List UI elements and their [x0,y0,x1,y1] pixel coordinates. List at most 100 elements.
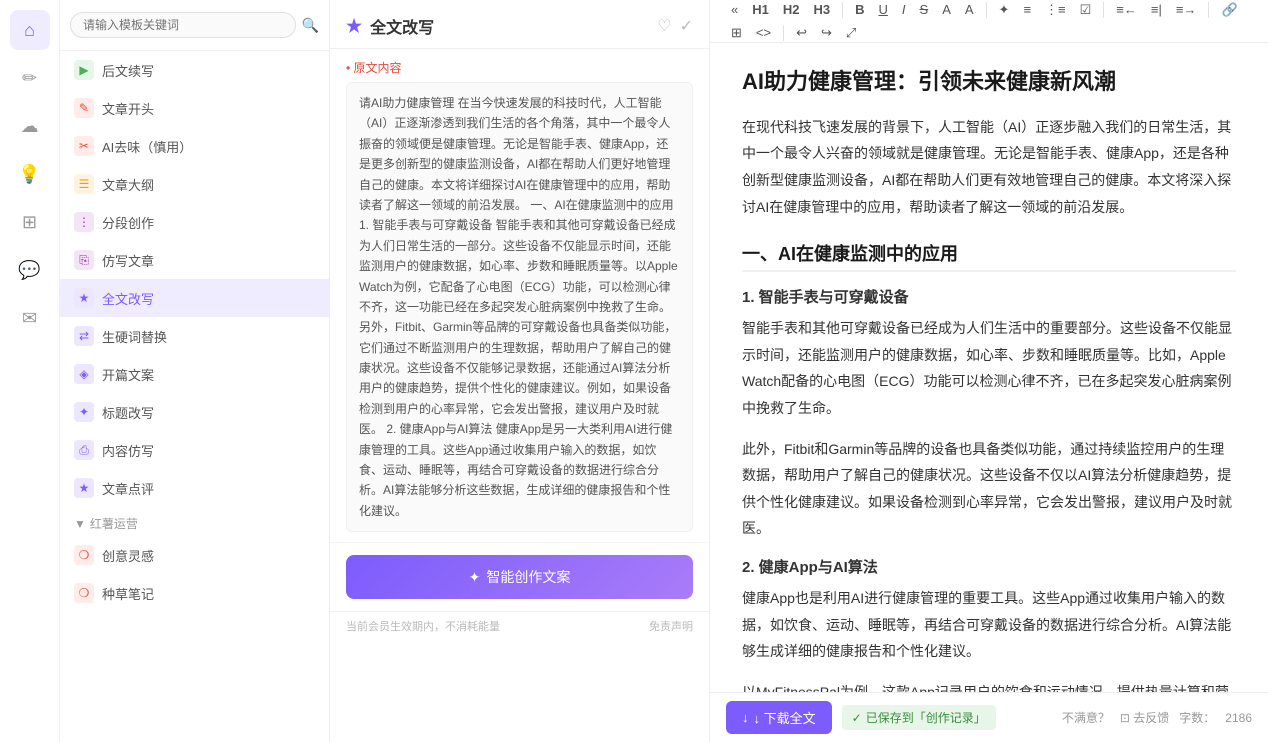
section-arrow-icon: ▼ [74,517,86,531]
nav-label-review: 文章点评 [102,479,154,498]
toolbar-sep1 [842,2,843,18]
toolbar-sep5 [783,25,784,41]
right-panel: « H1 H2 H3 B U I S A A· ✦ ≡ ⋮≡ ☑ ≡← ≡| ≡… [710,0,1268,742]
toolbar-h2[interactable]: H2 [778,0,805,19]
search-button[interactable]: 🔍 [302,17,319,34]
toolbar-font-color[interactable]: A [937,0,956,19]
nav-label-opening: 开篇文案 [102,365,154,384]
toolbar-format-left[interactable]: « [726,0,743,19]
favorite-button[interactable]: ♡ [657,16,671,36]
sidebar-chat-icon[interactable]: 💬 [10,250,50,290]
toolbar-sep4 [1208,2,1209,18]
toolbar-redo[interactable]: ↪ [816,23,837,42]
sidebar-home-icon[interactable]: ⌂ [10,10,50,50]
center-title-text: 全文改写 [370,14,434,38]
content-area[interactable]: AI助力健康管理：引领未来健康新风潮 在现代科技飞速发展的背景下，人工智能（AI… [710,43,1268,692]
sidebar-mail-icon[interactable]: ✉ [10,298,50,338]
nav-item-outline[interactable]: ☰ 文章大纲 [60,165,329,203]
toolbar-align-left[interactable]: ≡← [1111,0,1142,19]
nav-label-article-open: 文章开头 [102,99,154,118]
toolbar-strikethrough[interactable]: S [915,0,934,19]
toolbar-underline[interactable]: U [874,0,893,19]
nav-item-segment[interactable]: ⋮ 分段创作 [60,203,329,241]
generate-button[interactable]: ✦ 智能创作文案 [346,555,693,599]
nav-icon-ai-remove: ✂ [74,136,94,156]
check-circle-icon: ✓ [852,711,862,725]
nav-label-word-replace: 生硬词替换 [102,327,167,346]
toolbar-clear-format[interactable]: ✦ [994,0,1015,19]
nav-item-title-rewrite[interactable]: ✦ 标题改写 [60,393,329,431]
toolbar-italic[interactable]: I [897,0,911,19]
sidebar-cloud-icon[interactable]: ☁ [10,106,50,146]
nav-item-opening[interactable]: ◈ 开篇文案 [60,355,329,393]
nav-icon-imitate: ⎘ [74,250,94,270]
nav-icon-content-imitate: ⎙ [74,440,94,460]
nav-label-plant-note: 种草笔记 [102,584,154,603]
original-text[interactable]: 请AI助力健康管理 在当今快速发展的科技时代，人工智能（AI）正逐渐渗透到我们生… [346,82,693,532]
nav-item-imitate[interactable]: ⎘ 仿写文章 [60,241,329,279]
toolbar-link[interactable]: 🔗 [1216,0,1242,19]
nav-label-imitate: 仿写文章 [102,251,154,270]
section-title-hongshu[interactable]: ▼ 红薯运营 [60,507,329,536]
toolbar-ordered-list[interactable]: ⋮≡ [1040,0,1071,19]
center-footer: 当前会员生效期内，不消耗能量 免责声明 [330,611,709,640]
toolbar-bold[interactable]: B [850,0,869,19]
center-header-actions: ♡ ✓ [657,16,693,36]
toolbar-align-center[interactable]: ≡| [1146,0,1167,19]
nav-item-after-write[interactable]: ▶ 后文续写 [60,51,329,89]
toolbar-sep3 [1103,2,1104,18]
saved-text: 已保存到「创作记录」 [866,709,986,726]
article-sub1-title: 1. 智能手表与可穿戴设备 [742,286,1236,307]
toolbar-checklist[interactable]: ☑ [1075,0,1097,19]
toolbar-fullscreen[interactable]: ⤢ [841,23,861,42]
search-input[interactable] [70,12,296,38]
footer-right: 不满意？ ⊡ 去反馈 字数：2186 [1062,709,1252,726]
nav-item-word-replace[interactable]: ⇄ 生硬词替换 [60,317,329,355]
nav-icon-outline: ☰ [74,174,94,194]
nav-list: ▶ 后文续写 ✎ 文章开头 ✂ AI去味（慎用） ☰ 文章大纲 ⋮ 分段创作 ⎘… [60,51,329,742]
article-title: AI助力健康管理：引领未来健康新风潮 [742,67,1236,98]
toolbar-table[interactable]: ⊞ [726,23,747,42]
nav-item-ai-remove[interactable]: ✂ AI去味（慎用） [60,127,329,165]
toolbar-h3[interactable]: H3 [808,0,835,19]
feedback-button[interactable]: ⊡ 去反馈 [1120,709,1169,726]
saved-badge: ✓ 已保存到「创作记录」 [842,705,996,730]
nav-icon-opening: ◈ [74,364,94,384]
nav-icon-plant-note: ❍ [74,583,94,603]
toolbar-sep2 [986,2,987,18]
feedback-label: 不满意？ [1062,709,1110,726]
sidebar-grid-icon[interactable]: ⊞ [10,202,50,242]
nav-item-creative[interactable]: ❍ 创意灵感 [60,536,329,574]
nav-icon-segment: ⋮ [74,212,94,232]
sidebar: ⌂ ✏ ☁ 💡 ⊞ 💬 ✉ [0,0,60,742]
toolbar-code[interactable]: <> [751,23,776,42]
article-sub1-text2: 此外，Fitbit和Garmin等品牌的设备也具备类似功能，通过持续监控用户的生… [742,436,1236,542]
download-icon: ↓ [742,710,749,725]
toolbar: « H1 H2 H3 B U I S A A· ✦ ≡ ⋮≡ ☑ ≡← ≡| ≡… [710,0,1268,43]
right-footer: ↓ ↓ 下载全文 ✓ 已保存到「创作记录」 不满意？ ⊡ 去反馈 字数：2186 [710,692,1268,742]
download-button[interactable]: ↓ ↓ 下载全文 [726,701,832,734]
footer-energy-text: 当前会员生效期内，不消耗能量 [346,618,500,634]
nav-item-article-open[interactable]: ✎ 文章开头 [60,89,329,127]
nav-label-content-imitate: 内容仿写 [102,441,154,460]
toolbar-undo[interactable]: ↩ [791,23,812,42]
wand-icon: ✦ [469,569,481,586]
nav-item-plant-note[interactable]: ❍ 种草笔记 [60,574,329,612]
toolbar-align-right[interactable]: ≡→ [1171,0,1202,19]
nav-item-content-imitate[interactable]: ⎙ 内容仿写 [60,431,329,469]
nav-label-creative: 创意灵感 [102,546,154,565]
article-section1-title: 一、AI在健康监测中的应用 [742,240,1236,272]
nav-item-rewrite[interactable]: ★ 全文改写 [60,279,329,317]
center-title: ★ 全文改写 [346,14,434,38]
toolbar-highlight[interactable]: A· [960,0,979,19]
nav-icon-creative: ❍ [74,545,94,565]
generate-btn-label: 智能创作文案 [486,567,570,587]
sidebar-edit-icon[interactable]: ✏ [10,58,50,98]
toolbar-h1[interactable]: H1 [747,0,774,19]
nav-icon-after-write: ▶ [74,60,94,80]
word-count-label: 字数： [1179,709,1215,726]
toolbar-bullet-list[interactable]: ≡ [1018,0,1036,19]
check-button[interactable]: ✓ [680,16,693,36]
sidebar-bulb-icon[interactable]: 💡 [10,154,50,194]
nav-item-review[interactable]: ★ 文章点评 [60,469,329,507]
